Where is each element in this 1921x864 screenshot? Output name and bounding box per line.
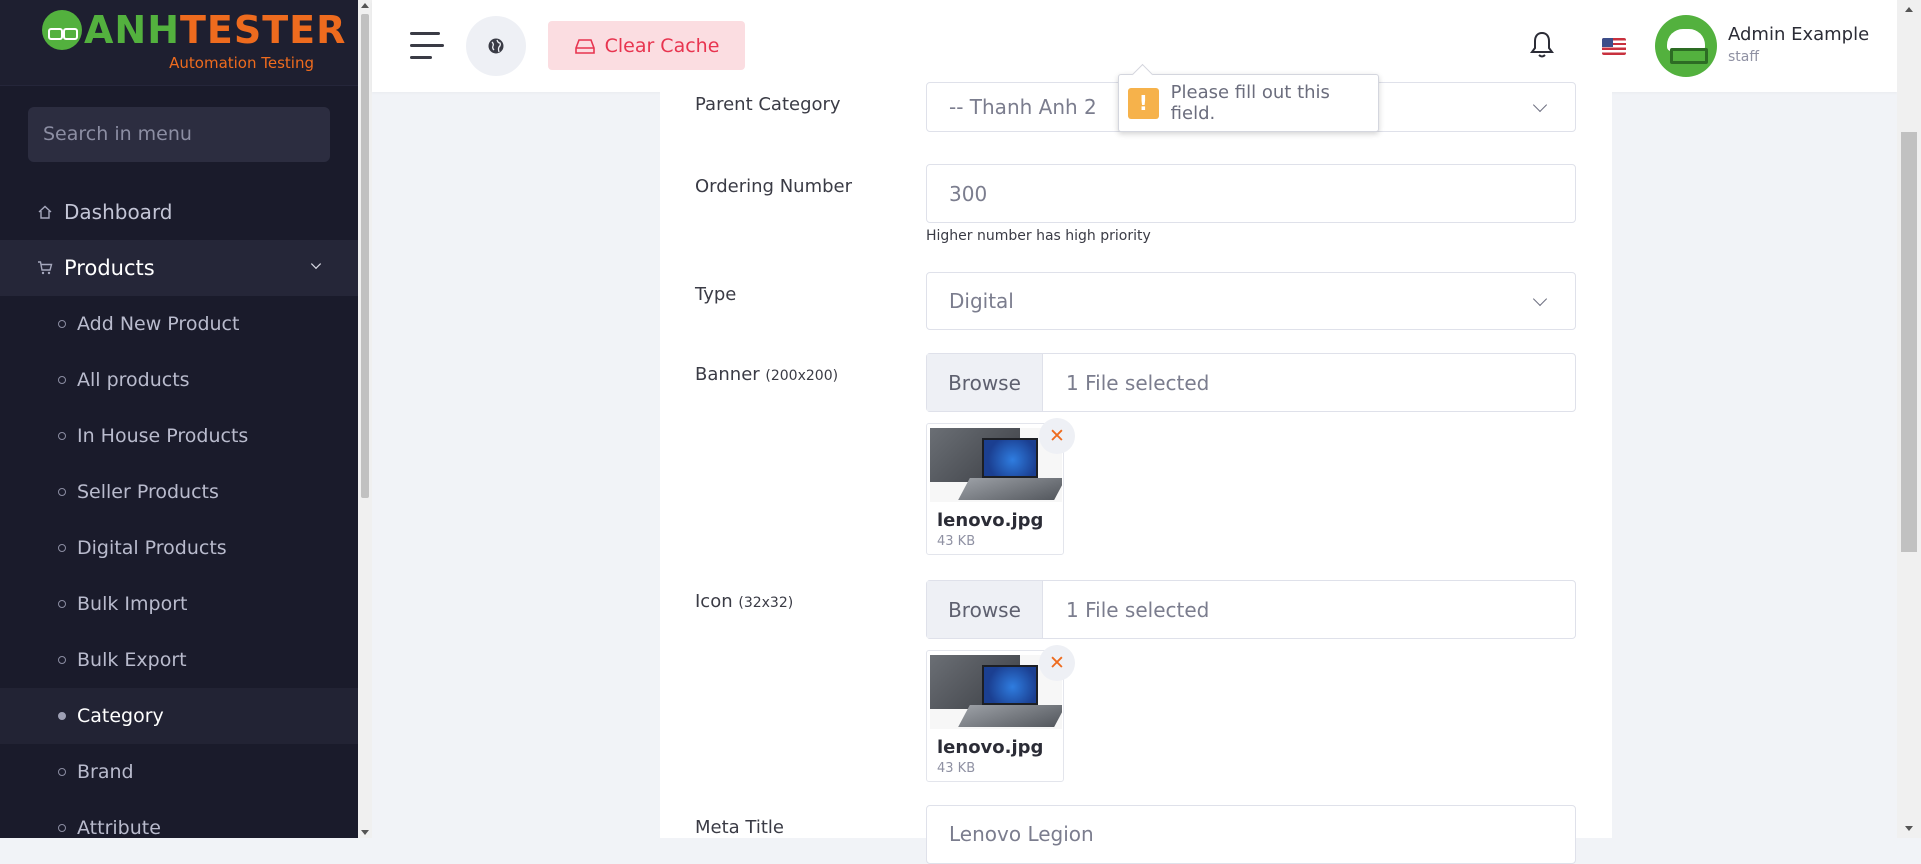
warning-icon: !	[1128, 87, 1159, 119]
notification-bell-icon[interactable]	[1529, 30, 1555, 64]
avatar[interactable]	[1655, 15, 1717, 77]
type-label: Type	[695, 284, 737, 305]
validation-message: Please fill out this field.	[1170, 82, 1330, 124]
logo[interactable]: ANHTESTER	[42, 8, 346, 52]
scrollbar-thumb[interactable]	[361, 14, 369, 498]
bullet-icon	[58, 488, 66, 496]
logo-tagline: Automation Testing	[169, 54, 314, 72]
remove-banner-button[interactable]: ✕	[1039, 418, 1075, 454]
sidebar-subitem-brand[interactable]: Brand	[0, 744, 358, 800]
banner-file-size: 43 KB	[937, 534, 976, 549]
sidebar-subitem-all-products[interactable]: All products	[0, 352, 358, 408]
banner-file-preview: lenovo.jpg 43 KB ✕	[926, 418, 1075, 555]
sidebar-item-label: Products	[64, 256, 155, 280]
sidebar-subitem-bulk-import[interactable]: Bulk Import	[0, 576, 358, 632]
close-icon: ✕	[1049, 652, 1065, 674]
website-button[interactable]	[466, 16, 526, 76]
bullet-icon	[58, 656, 66, 664]
icon-label: Icon (32x32)	[695, 591, 794, 612]
clear-cache-button[interactable]: Clear Cache	[548, 21, 745, 70]
parent-category-label: Parent Category	[695, 94, 841, 115]
icon-file-status: 1 File selected	[1066, 597, 1210, 622]
logo-icon	[42, 10, 82, 50]
ordering-number-input[interactable]: 300	[926, 164, 1576, 223]
sidebar-item-products[interactable]: Products	[0, 240, 358, 296]
banner-file-status: 1 File selected	[1066, 370, 1210, 395]
logo-text: ANHTESTER	[84, 8, 347, 52]
sidebar-header: ANHTESTER Automation Testing	[0, 0, 358, 86]
scrollbar-thumb[interactable]	[1901, 132, 1917, 552]
us-flag-icon[interactable]	[1602, 38, 1626, 55]
banner-file-name: lenovo.jpg	[937, 510, 1044, 531]
menu-search-input[interactable]: Search in menu	[28, 107, 330, 162]
bullet-icon	[58, 768, 66, 776]
bullet-icon	[58, 376, 66, 384]
scroll-up-arrow-icon[interactable]	[361, 3, 369, 8]
close-icon: ✕	[1049, 425, 1065, 447]
chevron-down-icon	[1532, 291, 1548, 307]
bullet-icon	[58, 320, 66, 328]
ordering-number-label: Ordering Number	[695, 176, 853, 197]
menu-toggle-icon[interactable]	[410, 32, 446, 60]
remove-icon-button[interactable]: ✕	[1039, 645, 1075, 681]
sidebar-subitem-in-house-products[interactable]: In House Products	[0, 408, 358, 464]
validation-tooltip: ! Please fill out this field.	[1118, 74, 1379, 132]
cart-icon	[36, 259, 54, 277]
globe-icon	[488, 38, 504, 54]
category-form-card: Parent Category -- Thanh Anh 2 Ordering …	[660, 82, 1612, 864]
icon-file-size: 43 KB	[937, 761, 976, 776]
icon-file-name: lenovo.jpg	[937, 737, 1044, 758]
scroll-up-arrow-icon[interactable]	[1905, 7, 1913, 12]
drive-icon	[574, 38, 595, 54]
bullet-icon	[58, 824, 66, 832]
bullet-icon	[58, 432, 66, 440]
sidebar-subitem-category[interactable]: Category	[0, 688, 358, 744]
home-icon	[36, 203, 54, 221]
bullet-icon	[58, 544, 66, 552]
page-scrollbar[interactable]	[1897, 0, 1921, 838]
sidebar-subitem-digital-products[interactable]: Digital Products	[0, 520, 358, 576]
sidebar-scrollbar[interactable]	[358, 0, 372, 838]
chevron-down-icon	[310, 258, 322, 270]
user-role: staff	[1728, 49, 1760, 65]
banner-file-input[interactable]: Browse 1 File selected	[926, 353, 1576, 412]
sidebar-item-label: Dashboard	[64, 200, 173, 224]
sidebar: ANHTESTER Automation Testing Search in m…	[0, 0, 358, 838]
banner-label: Banner (200x200)	[695, 364, 839, 385]
scroll-down-arrow-icon[interactable]	[1905, 826, 1913, 831]
bullet-icon	[58, 600, 66, 608]
sidebar-subitem-bulk-export[interactable]: Bulk Export	[0, 632, 358, 688]
scroll-down-arrow-icon[interactable]	[361, 830, 369, 835]
sidebar-subitem-attribute[interactable]: Attribute	[0, 800, 358, 838]
type-select[interactable]: Digital	[926, 272, 1576, 330]
meta-title-input[interactable]: Lenovo Legion	[926, 805, 1576, 864]
sidebar-item-dashboard[interactable]: Dashboard	[0, 184, 358, 240]
meta-title-label: Meta Title	[695, 817, 784, 838]
user-name[interactable]: Admin Example	[1728, 24, 1869, 45]
icon-browse-button[interactable]: Browse	[927, 581, 1043, 638]
bullet-icon	[58, 712, 66, 720]
sidebar-nav: Dashboard Products Add New Product All p…	[0, 184, 358, 838]
chevron-down-icon	[1532, 97, 1548, 113]
icon-file-input[interactable]: Browse 1 File selected	[926, 580, 1576, 639]
ordering-number-hint: Higher number has high priority	[926, 228, 1151, 244]
icon-file-preview: lenovo.jpg 43 KB ✕	[926, 645, 1075, 782]
sidebar-subitem-add-new-product[interactable]: Add New Product	[0, 296, 358, 352]
sidebar-subitem-seller-products[interactable]: Seller Products	[0, 464, 358, 520]
banner-browse-button[interactable]: Browse	[927, 354, 1043, 411]
